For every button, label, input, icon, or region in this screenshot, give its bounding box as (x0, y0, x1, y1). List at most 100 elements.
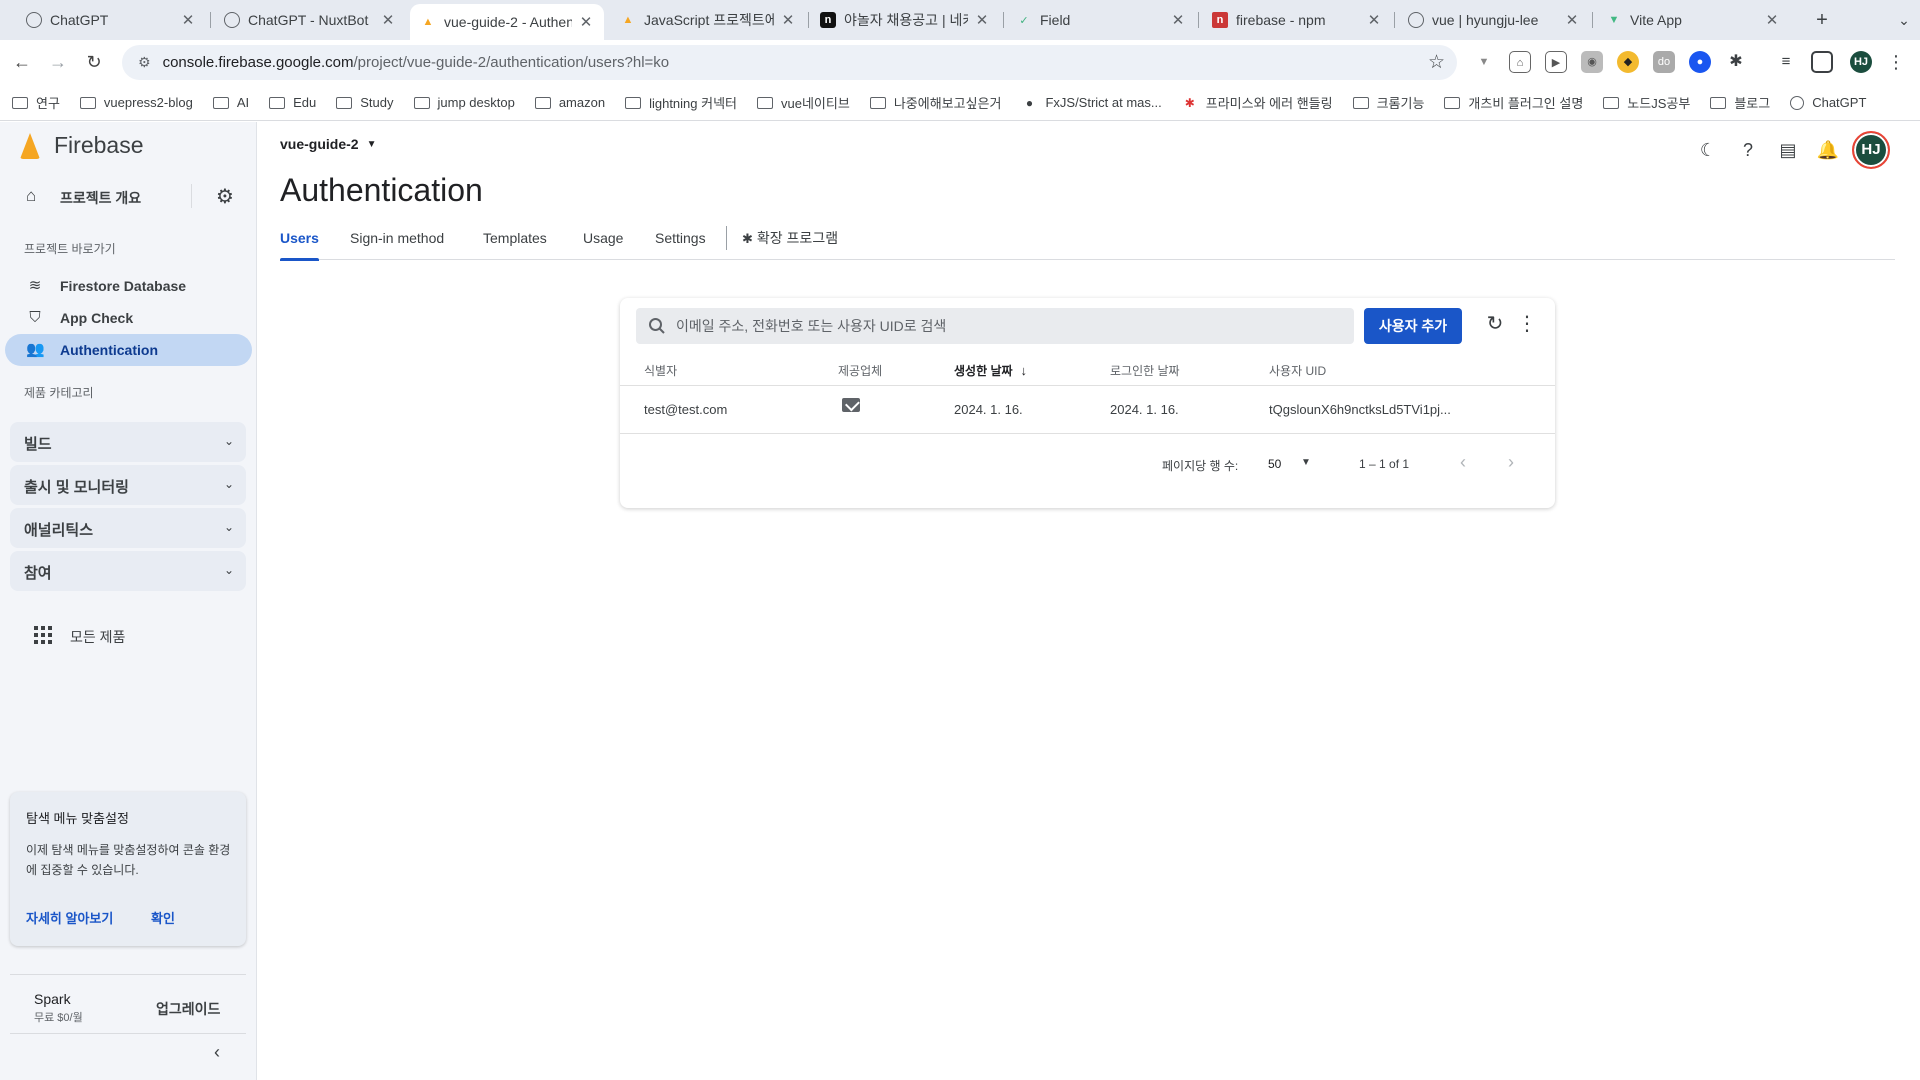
more-options-icon[interactable]: ⋮ (1517, 311, 1537, 336)
sidebar-item-firestore[interactable]: ≋ Firestore Database (0, 270, 257, 302)
camera-extension-icon[interactable]: ◉ (1581, 51, 1603, 73)
project-overview-link[interactable]: 프로젝트 개요 (60, 188, 141, 208)
bookmark-item[interactable]: Study (336, 95, 394, 110)
tab-extensions[interactable]: ✱ 확장 프로그램 (742, 216, 838, 260)
project-selector[interactable]: vue-guide-2 ▼ (280, 136, 376, 152)
extensions-puzzle-icon[interactable]: ✱ (1725, 51, 1747, 73)
page-title: Authentication (280, 172, 483, 208)
tab-search-chevron-icon[interactable]: ⌄ (1890, 6, 1918, 34)
bookmark-item[interactable]: 크롬기능 (1352, 93, 1424, 112)
close-icon[interactable]: ✕ (974, 11, 990, 29)
folder-icon (336, 96, 353, 109)
bookmark-item[interactable]: vuepress2-blog (79, 95, 193, 110)
caret-down-icon[interactable]: ▼ (1301, 457, 1311, 468)
blue-extension-icon[interactable]: ● (1689, 51, 1711, 73)
home-icon[interactable]: ⌂ (26, 186, 36, 206)
browser-tab[interactable]: n firebase - npm ✕ (1202, 4, 1392, 36)
close-icon[interactable]: ✕ (180, 11, 196, 29)
close-icon[interactable]: ✕ (380, 11, 396, 29)
category-engage[interactable]: 참여 ⌄ (10, 551, 246, 591)
vee-validate-icon: ✓ (1019, 14, 1029, 27)
browser-profile-avatar[interactable]: HJ (1850, 51, 1872, 73)
bookmark-item[interactable]: ✱ 프라미스와 에러 핸들링 (1182, 93, 1333, 112)
bookmark-item[interactable]: 나중에해보고싶은거 (869, 93, 1001, 112)
refresh-icon[interactable]: ↻ (1480, 311, 1510, 336)
bookmark-item[interactable]: AI (212, 95, 249, 110)
close-icon[interactable]: ✕ (780, 11, 796, 29)
tab-users[interactable]: Users (280, 216, 319, 261)
table-row[interactable]: test@test.com 2024. 1. 16. 2024. 1. 16. … (620, 386, 1555, 434)
bookmark-item[interactable]: jump desktop (413, 95, 515, 110)
address-bar[interactable]: ⚙ console.firebase.google.com/project/vu… (122, 45, 1457, 80)
new-tab-button[interactable]: + (1808, 6, 1836, 34)
media-queue-icon[interactable]: ≡ (1775, 51, 1797, 73)
close-icon[interactable]: ✕ (1170, 11, 1186, 29)
bookmark-item[interactable]: ChatGPT (1790, 95, 1866, 110)
do-extension-icon[interactable]: do (1653, 51, 1675, 73)
back-arrow-icon[interactable]: ← (8, 48, 36, 76)
rows-per-page-select[interactable]: 50 (1268, 457, 1281, 471)
next-page-chevron-icon[interactable]: › (1508, 452, 1514, 473)
tab-separator (1394, 12, 1395, 28)
close-icon[interactable]: ✕ (1366, 11, 1382, 29)
previous-page-chevron-icon[interactable]: ‹ (1460, 452, 1466, 473)
category-analytics[interactable]: 애널리틱스 ⌄ (10, 508, 246, 548)
release-notes-icon[interactable]: ▤ (1768, 130, 1808, 170)
close-icon[interactable]: ✕ (1764, 11, 1780, 29)
tab-settings[interactable]: Settings (655, 216, 706, 260)
gear-icon[interactable]: ⚙ (216, 184, 234, 209)
confirm-button[interactable]: 확인 (151, 908, 175, 927)
column-created-sortable[interactable]: 생성한 날짜 ↓ (954, 362, 1027, 379)
bookmark-label: amazon (558, 95, 606, 110)
bank-extension-icon[interactable]: ⌂ (1509, 51, 1531, 73)
firebase-logo[interactable]: Firebase (20, 132, 143, 159)
bookmark-item[interactable]: 노드JS공부 (1603, 93, 1690, 112)
sidebar-item-app-check[interactable]: ⛉ App Check (0, 302, 257, 334)
browser-tab[interactable]: ▼ Vite App ✕ (1596, 4, 1790, 36)
bookmark-item[interactable]: 연구 (12, 93, 60, 112)
all-products-link[interactable]: 모든 제품 (0, 617, 257, 653)
bookmark-item[interactable]: 개츠비 플러그인 설명 (1444, 93, 1583, 112)
cell-uid[interactable]: tQgslounX6h9nctksLd5TVi1pj... (1269, 402, 1451, 417)
help-icon[interactable]: ? (1728, 130, 1768, 170)
forward-arrow-icon[interactable]: → (44, 48, 72, 76)
vuetify-extension-icon[interactable]: ▼ (1473, 51, 1495, 73)
upgrade-button[interactable]: 업그레이드 (156, 999, 220, 1019)
tab-sign-in-method[interactable]: Sign-in method (350, 216, 444, 260)
bookmark-item[interactable]: Edu (269, 95, 316, 110)
bookmark-item[interactable]: amazon (534, 95, 606, 110)
bookmark-star-icon[interactable]: ☆ (1428, 51, 1445, 74)
site-info-icon[interactable]: ⚙ (138, 54, 151, 71)
browser-tab[interactable]: ▲ JavaScript 프로젝트에 F ✕ (610, 4, 806, 36)
browser-tab[interactable]: ✓ Field ✕ (1006, 4, 1196, 36)
sidebar-item-authentication[interactable]: 👥 Authentication (5, 334, 252, 366)
learn-more-link[interactable]: 자세히 알아보기 (26, 908, 113, 927)
collapse-sidebar-chevron-icon[interactable]: ‹ (214, 1042, 220, 1063)
account-avatar[interactable]: HJ (1852, 131, 1890, 169)
add-user-button[interactable]: 사용자 추가 (1364, 308, 1462, 344)
close-icon[interactable]: ✕ (1564, 11, 1580, 29)
bookmark-item[interactable]: 블로그 (1710, 93, 1770, 112)
crypto-extension-icon[interactable]: ◆ (1617, 51, 1639, 73)
reload-icon[interactable]: ↻ (80, 48, 108, 76)
browser-tab[interactable]: n 야놀자 채용공고 | 네카라 ✕ (810, 4, 1000, 36)
tab-usage[interactable]: Usage (583, 216, 623, 260)
media-extension-icon[interactable]: ▶ (1545, 51, 1567, 73)
bookmark-item[interactable]: ● FxJS/Strict at mas... (1021, 95, 1162, 111)
browser-tab[interactable]: vue | hyungju-lee ✕ (1398, 4, 1590, 36)
dark-mode-moon-icon[interactable]: ☾ (1688, 130, 1728, 170)
browser-menu-icon[interactable]: ⋮ (1885, 51, 1907, 73)
browser-tab[interactable]: ChatGPT ✕ (16, 4, 206, 36)
bookmark-item[interactable]: vue네이티브 (757, 93, 850, 112)
close-icon[interactable]: ✕ (578, 13, 594, 31)
notifications-bell-icon[interactable]: 🔔 (1808, 130, 1848, 170)
category-build[interactable]: 빌드 ⌄ (10, 422, 246, 462)
tab-templates[interactable]: Templates (483, 216, 547, 260)
side-panel-icon[interactable] (1811, 51, 1833, 73)
category-release-monitor[interactable]: 출시 및 모니터링 ⌄ (10, 465, 246, 505)
bookmark-item[interactable]: lightning 커넥터 (625, 93, 737, 112)
plan-name: Spark (34, 991, 71, 1007)
browser-tab[interactable]: ChatGPT - NuxtBot ✕ (214, 4, 406, 36)
user-search-input[interactable] (676, 318, 1336, 334)
browser-tab-active[interactable]: ▲ vue-guide-2 - Authent ✕ (410, 4, 604, 40)
